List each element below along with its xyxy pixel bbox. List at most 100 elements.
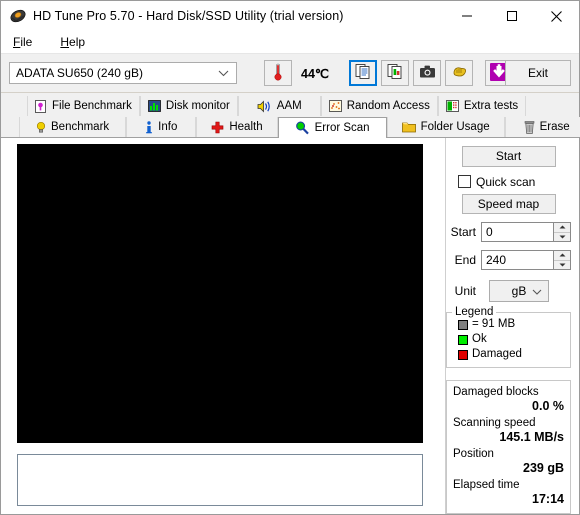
tab-extra-tests[interactable]: Extra tests	[437, 96, 527, 116]
folder-button[interactable]	[445, 60, 473, 86]
window-controls	[444, 1, 579, 31]
legend-item-damaged: Damaged	[458, 347, 565, 362]
exit-button[interactable]: Exit	[505, 60, 571, 86]
screenshot-button[interactable]	[413, 60, 441, 86]
start-spin-up[interactable]	[554, 223, 570, 233]
start-input[interactable]: 0	[482, 223, 553, 241]
error-scan-panel: Start Quick scan Speed map Start 0 End 2…	[1, 137, 579, 514]
document-copy-icon	[355, 63, 372, 83]
harddisk-icon	[9, 7, 27, 25]
end-spinner[interactable]: 240	[481, 250, 571, 270]
lightbulb-icon	[36, 121, 46, 134]
tab-row-1: File Benchmark Disk monitor AAM Random A…	[9, 96, 571, 116]
thermometer-icon	[273, 63, 283, 84]
chevron-down-icon	[218, 66, 229, 80]
tab-label: Erase	[539, 121, 570, 133]
damaged-blocks-label: Damaged blocks	[453, 386, 539, 398]
tab-info[interactable]: Info	[126, 117, 197, 137]
block-map[interactable]	[17, 144, 423, 443]
menu-file-label: ile	[20, 35, 33, 49]
tab-label: Random Access	[346, 100, 430, 112]
start-field-row: Start 0	[446, 222, 571, 242]
elapsed-time-label: Elapsed time	[453, 479, 520, 491]
title-bar: HD Tune Pro 5.70 - Hard Disk/SSD Utility…	[1, 1, 579, 31]
position-value: 239 gB	[523, 461, 564, 475]
legend-item-blocksize: = 91 MB	[458, 317, 565, 332]
tab-bar: File Benchmark Disk monitor AAM Random A…	[1, 93, 580, 138]
tab-aam[interactable]: AAM	[237, 96, 321, 116]
unit-select-value: gB	[511, 284, 527, 298]
info-icon	[145, 120, 153, 134]
tab-row-2: Benchmark Info Health Error Scan Folder …	[9, 117, 580, 138]
hand-icon	[451, 64, 468, 82]
extra-chart-icon	[445, 100, 459, 112]
quick-scan-label: Quick scan	[476, 174, 536, 189]
start-button[interactable]: Start	[461, 146, 556, 167]
legend-swatch-grey	[458, 319, 468, 330]
scan-controls: Start Quick scan Speed map Start 0 End 2…	[445, 138, 579, 514]
drive-select[interactable]: ADATA SU650 (240 gB)	[9, 62, 237, 84]
minimize-button[interactable]	[444, 1, 489, 31]
menu-file[interactable]: File	[9, 33, 42, 51]
tab-error-scan[interactable]: Error Scan	[277, 117, 387, 138]
legend-label: Ok	[472, 333, 487, 345]
quick-scan-row[interactable]: Quick scan	[458, 175, 571, 189]
end-field-row: End 240	[446, 250, 571, 270]
speaker-icon	[257, 100, 272, 113]
log-output	[17, 454, 423, 506]
start-spinner[interactable]: 0	[481, 222, 571, 242]
unit-label: Unit	[454, 284, 476, 298]
magnifier-icon	[295, 121, 310, 135]
copy-report-button[interactable]	[349, 60, 377, 86]
stats-group: Damaged blocks 0.0 % Scanning speed 145.…	[446, 380, 571, 514]
speed-map-button[interactable]: Speed map	[461, 193, 556, 214]
tab-label: Error Scan	[314, 122, 370, 134]
menu-help[interactable]: Help	[56, 33, 95, 51]
tab-label: Extra tests	[463, 100, 519, 112]
start-field-label: Start	[450, 225, 476, 239]
hdtune-window: HD Tune Pro 5.70 - Hard Disk/SSD Utility…	[0, 0, 580, 515]
tab-label: Folder Usage	[420, 121, 490, 133]
menu-help-label: elp	[69, 35, 86, 49]
file-benchmark-icon	[35, 99, 47, 113]
end-spin-up[interactable]	[554, 251, 570, 261]
tab-folder-usage[interactable]: Folder Usage	[386, 117, 505, 137]
end-input[interactable]: 240	[482, 251, 553, 269]
quick-scan-checkbox[interactable]	[458, 175, 471, 188]
tab-health[interactable]: Health	[196, 117, 278, 137]
tab-label: AAM	[276, 100, 302, 112]
maximize-button[interactable]	[489, 1, 534, 31]
legend-title: Legend	[452, 306, 497, 318]
document-image-icon	[387, 63, 404, 83]
copy-image-button[interactable]	[381, 60, 409, 86]
tab-label: Benchmark	[51, 121, 110, 133]
trash-icon	[524, 120, 535, 134]
unit-select[interactable]: gB	[489, 280, 549, 302]
scatter-icon	[328, 100, 342, 112]
end-spin-down[interactable]	[554, 261, 570, 270]
legend-item-ok: Ok	[458, 332, 565, 347]
damaged-blocks-value: 0.0 %	[532, 399, 564, 413]
tab-benchmark[interactable]: Benchmark	[19, 117, 127, 137]
position-label: Position	[453, 448, 494, 460]
unit-row: Unit gB	[446, 280, 571, 302]
scanning-speed-value: 145.1 MB/s	[499, 430, 564, 444]
tab-file-benchmark[interactable]: File Benchmark	[27, 96, 140, 116]
bar-chart-icon	[147, 100, 161, 112]
elapsed-time-value: 17:14	[532, 492, 564, 506]
legend-label: = 91 MB	[472, 318, 516, 330]
close-button[interactable]	[534, 1, 579, 31]
tab-label: Info	[158, 121, 178, 133]
tab-disk-monitor[interactable]: Disk monitor	[139, 96, 238, 116]
legend-swatch-green	[458, 334, 468, 345]
toolbar-buttons	[349, 60, 513, 86]
menu-bar: File Help	[1, 31, 579, 54]
start-spin-buttons[interactable]	[553, 223, 570, 241]
camera-icon	[419, 64, 436, 82]
chevron-down-icon	[532, 284, 542, 298]
tab-erase[interactable]: Erase	[504, 117, 580, 137]
end-spin-buttons[interactable]	[553, 251, 570, 269]
tab-random-access[interactable]: Random Access	[320, 96, 438, 116]
temperature-indicator	[264, 60, 292, 86]
start-spin-down[interactable]	[554, 233, 570, 242]
